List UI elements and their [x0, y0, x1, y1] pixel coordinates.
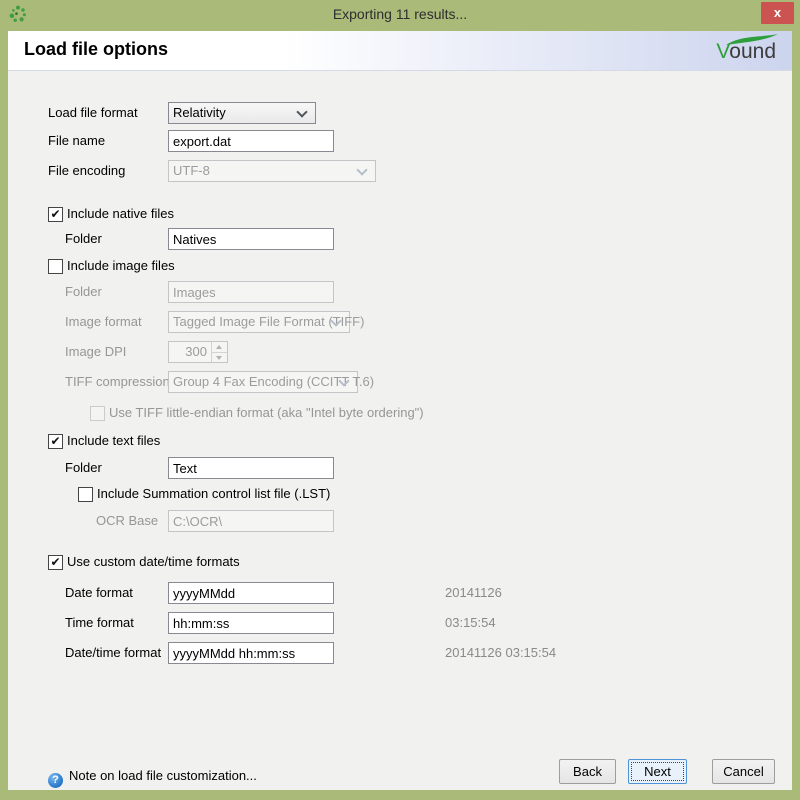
tiff-little-endian-checkbox — [90, 406, 105, 421]
native-folder-input[interactable] — [168, 228, 334, 250]
cancel-button[interactable]: Cancel — [712, 759, 775, 784]
date-format-input[interactable] — [168, 582, 334, 604]
file-name-label: File name — [48, 130, 105, 152]
page-title: Load file options — [24, 39, 168, 60]
image-folder-input — [168, 281, 334, 303]
use-custom-datetime-label: Use custom date/time formats — [67, 551, 240, 573]
chevron-down-icon — [356, 164, 367, 175]
date-format-sample: 20141126 — [445, 582, 502, 604]
load-file-format-value: Relativity — [173, 105, 226, 120]
file-name-input[interactable] — [168, 130, 334, 152]
use-custom-datetime-checkbox[interactable]: ✔ — [48, 555, 63, 570]
note-link[interactable]: ? Note on load file customization... — [48, 768, 257, 786]
next-button[interactable]: Next — [628, 759, 687, 784]
time-format-sample: 03:15:54 — [445, 612, 496, 634]
time-format-input[interactable] — [168, 612, 334, 634]
datetime-format-sample: 20141126 03:15:54 — [445, 642, 556, 664]
include-native-files-checkbox[interactable]: ✔ — [48, 207, 63, 222]
close-button[interactable]: x — [761, 2, 794, 24]
tiff-compression-select: Group 4 Fax Encoding (CCITT T.6) — [168, 371, 358, 393]
image-format-select: Tagged Image File Format (TIFF) — [168, 311, 350, 333]
load-file-format-label: Load file format — [48, 102, 138, 124]
load-file-format-select[interactable]: Relativity — [168, 102, 316, 124]
tiff-little-endian-label: Use TIFF little-endian format (aka "Inte… — [109, 402, 424, 424]
logo-swoosh-icon — [725, 33, 779, 46]
include-text-files-label: Include text files — [67, 430, 160, 452]
include-native-files-label: Include native files — [67, 203, 174, 225]
include-image-files-label: Include image files — [67, 255, 175, 277]
image-dpi-stepper: 300 — [168, 341, 228, 363]
include-text-files-checkbox[interactable]: ✔ — [48, 434, 63, 449]
image-dpi-value: 300 — [169, 342, 211, 362]
include-image-files-checkbox[interactable] — [48, 259, 63, 274]
datetime-format-label: Date/time format — [65, 642, 161, 664]
native-folder-label: Folder — [65, 228, 102, 250]
image-folder-label: Folder — [65, 281, 102, 303]
titlebar: Exporting 11 results... x — [0, 0, 800, 31]
vound-logo: Vound — [716, 40, 776, 66]
file-encoding-value: UTF-8 — [173, 163, 210, 178]
image-dpi-label: Image DPI — [65, 341, 126, 363]
close-icon: x — [774, 5, 781, 20]
image-format-label: Image format — [65, 311, 142, 333]
text-folder-label: Folder — [65, 457, 102, 479]
window-title: Exporting 11 results... — [0, 0, 800, 28]
tiff-compression-label: TIFF compression — [65, 371, 170, 393]
spinner-up-icon — [212, 342, 227, 353]
time-format-label: Time format — [65, 612, 134, 634]
file-encoding-label: File encoding — [48, 160, 125, 182]
back-button[interactable]: Back — [559, 759, 616, 784]
ocr-base-input — [168, 510, 334, 532]
dialog-panel: Load file options Vound Load file format… — [8, 31, 792, 790]
help-icon: ? — [48, 773, 63, 788]
form-content: Load file format Relativity File name Fi… — [8, 71, 792, 790]
text-folder-input[interactable] — [168, 457, 334, 479]
dialog-header: Load file options Vound — [8, 31, 792, 71]
date-format-label: Date format — [65, 582, 133, 604]
note-label: Note on load file customization... — [69, 768, 257, 783]
datetime-format-input[interactable] — [168, 642, 334, 664]
ocr-base-label: OCR Base — [96, 510, 158, 532]
include-summation-label: Include Summation control list file (.LS… — [97, 483, 330, 505]
file-encoding-select: UTF-8 — [168, 160, 376, 182]
include-summation-checkbox[interactable] — [78, 487, 93, 502]
chevron-down-icon — [296, 106, 307, 117]
spinner-down-icon — [212, 353, 227, 363]
